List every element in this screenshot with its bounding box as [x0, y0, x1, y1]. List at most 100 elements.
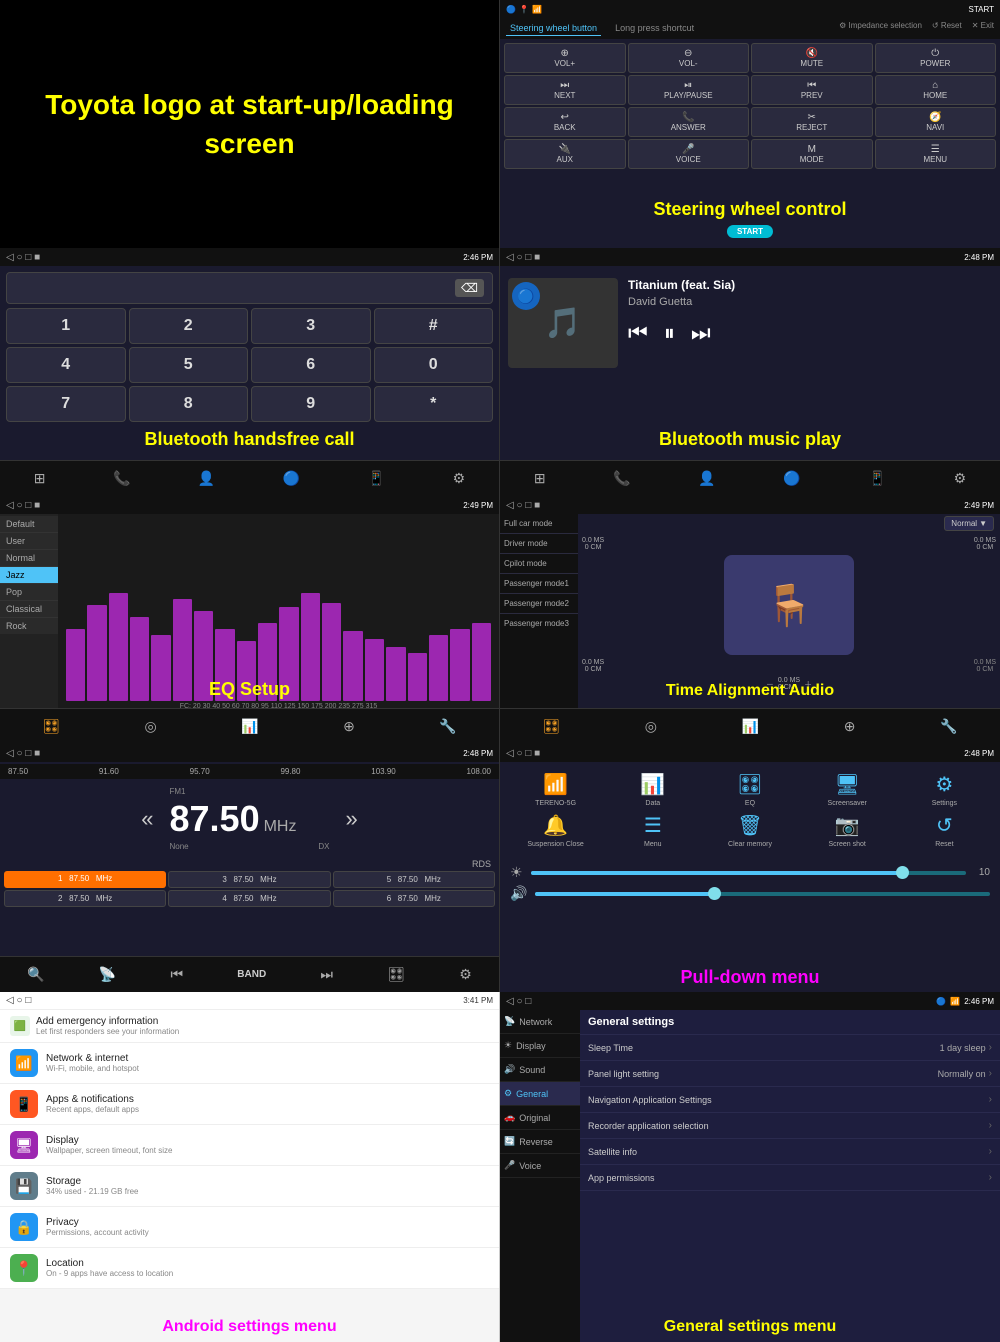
nav-radio-scan[interactable]: 📡 [99, 966, 116, 983]
eq-preset-pop[interactable]: Pop [0, 584, 58, 601]
ta-full-car[interactable]: Full car mode [500, 514, 578, 534]
preset-1[interactable]: 1 87.50 MHz [4, 871, 166, 888]
pd-settings-icon[interactable]: ⚙ Settings [899, 772, 990, 807]
next-btn[interactable]: ⏭NEXT [504, 75, 626, 105]
ta-pass2[interactable]: Passenger mode2 [500, 594, 578, 614]
voice-btn[interactable]: 🎤VOICE [628, 139, 750, 169]
freq-forward-btn[interactable]: » [346, 806, 358, 832]
aux-btn[interactable]: 🔌AUX [504, 139, 626, 169]
gen-permissions-row[interactable]: App permissions › [580, 1165, 1000, 1191]
preset-4[interactable]: 4 87.50 MHz [168, 890, 330, 907]
dial-4[interactable]: 4 [6, 347, 126, 383]
nav-eq1-icon[interactable]: 🎛 [42, 718, 60, 735]
dial-9[interactable]: 9 [251, 386, 371, 422]
pd-data-icon[interactable]: 📊 Data [607, 772, 698, 807]
gen-panel-row[interactable]: Panel light setting Normally on › [580, 1061, 1000, 1087]
dial-2[interactable]: 2 [129, 308, 249, 344]
display-item[interactable]: 🖥 Display Wallpaper, screen timeout, fon… [0, 1125, 499, 1166]
dial-0[interactable]: 0 [374, 347, 494, 383]
answer-btn[interactable]: 📞ANSWER [628, 107, 750, 137]
storage-item[interactable]: 💾 Storage 34% used - 21.19 GB free [0, 1166, 499, 1207]
gen-recorder-row[interactable]: Recorder application selection › [580, 1113, 1000, 1139]
nav-ta2-icon[interactable]: ◎ [645, 718, 657, 735]
ta-cpilot[interactable]: Cpilot mode [500, 554, 578, 574]
nav-radio-search[interactable]: 🔍 [27, 966, 44, 983]
dial-5[interactable]: 5 [129, 347, 249, 383]
menu-btn[interactable]: ☰MENU [875, 139, 997, 169]
gen-sidebar-reverse[interactable]: 🔄 Reverse [500, 1130, 580, 1154]
nav-contact2-icon[interactable]: 👤 [698, 470, 715, 487]
nav-ta3-icon[interactable]: 📊 [742, 718, 759, 735]
pd-clear-icon[interactable]: 🗑 Clear memory [704, 813, 795, 848]
privacy-item[interactable]: 🔒 Privacy Permissions, account activity [0, 1207, 499, 1248]
gen-sidebar-network[interactable]: 📡 Network [500, 1010, 580, 1034]
nav-eq5-icon[interactable]: 🔧 [439, 718, 456, 735]
eq-preset-rock[interactable]: Rock [0, 618, 58, 634]
nav-call2-icon[interactable]: 📞 [613, 470, 630, 487]
gen-sidebar-sound[interactable]: 🔊 Sound [500, 1058, 580, 1082]
dial-8[interactable]: 8 [129, 386, 249, 422]
nav-eq3-icon[interactable]: 📊 [241, 718, 258, 735]
ta-pass1[interactable]: Passenger mode1 [500, 574, 578, 594]
preset-3[interactable]: 3 87.50 MHz [168, 871, 330, 888]
pd-menu-icon[interactable]: ☰ Menu [607, 813, 698, 848]
preset-5[interactable]: 5 87.50 MHz [333, 871, 495, 888]
navi-btn[interactable]: 🧭NAVI [875, 107, 997, 137]
power-btn[interactable]: ⏻POWER [875, 43, 997, 73]
play-pause-btn[interactable]: ⏯PLAY/PAUSE [628, 75, 750, 105]
gen-sidebar-voice[interactable]: 🎤 Voice [500, 1154, 580, 1178]
home-btn[interactable]: ⌂HOME [875, 75, 997, 105]
nav-radio-band[interactable]: BAND [237, 969, 266, 980]
apps-item[interactable]: 📱 Apps & notifications Recent apps, defa… [0, 1084, 499, 1125]
network-item[interactable]: 📶 Network & internet Wi-Fi, mobile, and … [0, 1043, 499, 1084]
eq-preset-user[interactable]: User [0, 533, 58, 550]
prev-track-btn[interactable]: ⏮ [628, 320, 648, 346]
nav-settings-icon[interactable]: ⚙ [453, 470, 466, 487]
sw-tab-inactive[interactable]: Long press shortcut [611, 21, 698, 36]
mute-btn[interactable]: 🔇MUTE [751, 43, 873, 73]
nav-bt2-icon[interactable]: 📱 [368, 470, 385, 487]
ta-driver[interactable]: Driver mode [500, 534, 578, 554]
pd-suspend-icon[interactable]: 🔔 Suspension Close [510, 813, 601, 848]
dial-6[interactable]: 6 [251, 347, 371, 383]
impedance-btn[interactable]: ⚙ Impedance selection [839, 21, 922, 36]
mode-btn[interactable]: MMODE [751, 139, 873, 169]
nav-eq2-icon[interactable]: ◎ [144, 718, 156, 735]
nav-settings2-icon[interactable]: ⚙ [954, 470, 967, 487]
location-item[interactable]: 📍 Location On - 9 apps have access to lo… [0, 1248, 499, 1289]
sw-tab-active[interactable]: Steering wheel button [506, 21, 601, 36]
pd-screen-icon[interactable]: 🖥 Screensaver [802, 772, 893, 807]
reject-btn[interactable]: ✂REJECT [751, 107, 873, 137]
nav-ta1-icon[interactable]: 🎛 [542, 718, 560, 735]
nav-eq4-icon[interactable]: ⊕ [343, 718, 355, 735]
gen-satellite-row[interactable]: Satellite info › [580, 1139, 1000, 1165]
eq-preset-classical[interactable]: Classical [0, 601, 58, 618]
play-pause-track-btn[interactable]: ⏸ [664, 320, 675, 346]
pd-wifi-icon[interactable]: 📶 TERENO-5G [510, 772, 601, 807]
eq-preset-default[interactable]: Default [0, 516, 58, 533]
preset-6[interactable]: 6 87.50 MHz [333, 890, 495, 907]
prev-btn[interactable]: ⏮PREV [751, 75, 873, 105]
nav-grid-icon[interactable]: ⊞ [34, 470, 46, 487]
freq-back-btn[interactable]: « [141, 806, 153, 832]
next-track-btn[interactable]: ⏭ [691, 320, 711, 346]
nav-bt-icon[interactable]: 🔵 [283, 470, 300, 487]
nav-ta4-icon[interactable]: ⊕ [844, 718, 856, 735]
nav-radio-next[interactable]: ⏭ [320, 966, 333, 983]
eq-preset-jazz[interactable]: Jazz [0, 567, 58, 584]
vol-minus-btn[interactable]: ⊖VOL- [628, 43, 750, 73]
pd-shot-icon[interactable]: 📷 Screen shot [802, 813, 893, 848]
backspace-icon[interactable]: ⌫ [455, 279, 484, 297]
vol-plus-btn[interactable]: ⊕VOL+ [504, 43, 626, 73]
gen-sidebar-display[interactable]: ☀ Display [500, 1034, 580, 1058]
gen-sidebar-general[interactable]: ⚙ General [500, 1082, 580, 1106]
nav-grid2-icon[interactable]: ⊞ [534, 470, 546, 487]
nav-contact-icon[interactable]: 👤 [198, 470, 215, 487]
nav-radio-prev[interactable]: ⏮ [170, 966, 183, 983]
gen-sleep-row[interactable]: Sleep Time 1 day sleep › [580, 1035, 1000, 1061]
pd-eq-icon[interactable]: 🎛 EQ [704, 772, 795, 807]
nav-radio-eq[interactable]: 🎛 [387, 966, 405, 983]
dial-7[interactable]: 7 [6, 386, 126, 422]
nav-bt4-icon[interactable]: 📱 [869, 470, 886, 487]
eq-preset-normal[interactable]: Normal [0, 550, 58, 567]
